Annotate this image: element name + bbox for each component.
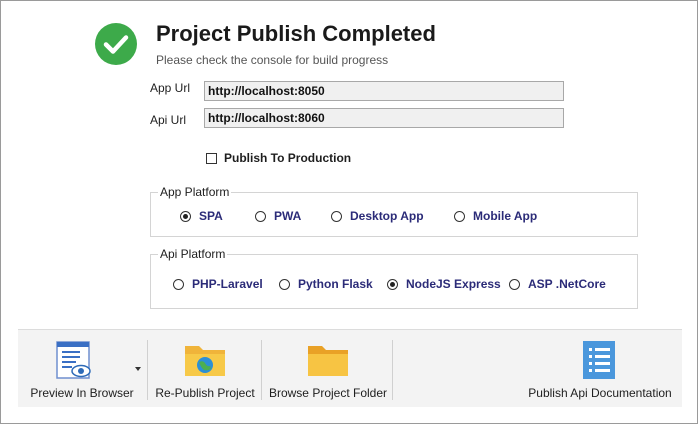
radio-button[interactable]	[180, 210, 191, 222]
radio-label: Desktop App	[350, 209, 424, 223]
radio-label: ASP .NetCore	[528, 277, 606, 291]
page-title: Project Publish Completed	[156, 21, 436, 46]
radio-nodejs-express[interactable]: NodeJS Express	[387, 277, 501, 291]
radio-php-laravel[interactable]: PHP-Laravel	[173, 277, 263, 291]
publish-to-production-checkbox[interactable]: Publish To Production	[206, 151, 351, 165]
radio-button[interactable]	[279, 278, 290, 290]
toolbar-divider	[147, 340, 148, 400]
folder-icon	[308, 346, 348, 376]
publish-to-production-label: Publish To Production	[224, 151, 352, 165]
radio-desktop-app[interactable]: Desktop App	[331, 209, 424, 223]
radio-pwa[interactable]: PWA	[255, 209, 301, 223]
radio-label: PHP-Laravel	[192, 277, 263, 291]
radio-python-flask[interactable]: Python Flask	[279, 277, 373, 291]
page-subtitle: Please check the console for build progr…	[156, 53, 389, 67]
radio-label: Mobile App	[473, 209, 538, 223]
radio-button[interactable]	[454, 210, 465, 222]
list-document-icon	[583, 341, 615, 379]
publish-api-documentation-label: Publish Api Documentation	[528, 386, 672, 400]
app-platform-legend: App Platform	[158, 185, 232, 199]
toolbar-divider	[392, 340, 393, 400]
api-url-field[interactable]	[204, 108, 564, 128]
checkbox-box[interactable]	[206, 152, 217, 164]
app-platform-group: App Platform SPA PWA Desktop App Mobile …	[150, 185, 638, 237]
radio-button[interactable]	[173, 278, 184, 290]
republish-project-button[interactable]: Re-Publish Project	[149, 330, 261, 407]
api-platform-group: Api Platform PHP-Laravel Python Flask No…	[150, 247, 638, 309]
browser-preview-icon	[56, 341, 91, 379]
dialog-window: Project Publish Completed Please check t…	[0, 0, 698, 424]
radio-label: SPA	[199, 209, 223, 223]
chevron-down-icon[interactable]	[135, 367, 141, 371]
preview-in-browser-button[interactable]: Preview In Browser	[18, 330, 146, 407]
radio-label: NodeJS Express	[406, 277, 501, 291]
radio-spa[interactable]: SPA	[180, 209, 223, 223]
radio-button[interactable]	[509, 278, 520, 290]
action-toolbar: Preview In Browser Re-Publish Project Br…	[18, 329, 682, 407]
folder-globe-icon	[185, 346, 225, 376]
radio-label: PWA	[274, 209, 302, 223]
check-circle-icon	[95, 23, 137, 65]
toolbar-divider	[261, 340, 262, 400]
radio-mobile-app[interactable]: Mobile App	[454, 209, 537, 223]
radio-button[interactable]	[387, 278, 398, 290]
api-platform-legend: Api Platform	[158, 247, 228, 261]
radio-button[interactable]	[331, 210, 342, 222]
app-url-label: App Url	[150, 81, 191, 95]
browse-project-folder-label: Browse Project Folder	[268, 386, 388, 400]
preview-in-browser-label: Preview In Browser	[30, 386, 134, 400]
publish-api-documentation-button[interactable]: Publish Api Documentation	[518, 330, 682, 407]
radio-label: Python Flask	[298, 277, 373, 291]
api-url-label: Api Url	[150, 113, 187, 127]
app-url-field[interactable]	[204, 81, 564, 101]
radio-button[interactable]	[255, 210, 266, 222]
radio-asp-netcore[interactable]: ASP .NetCore	[509, 277, 606, 291]
browse-project-folder-button[interactable]: Browse Project Folder	[263, 330, 393, 407]
republish-project-label: Re-Publish Project	[155, 386, 255, 400]
